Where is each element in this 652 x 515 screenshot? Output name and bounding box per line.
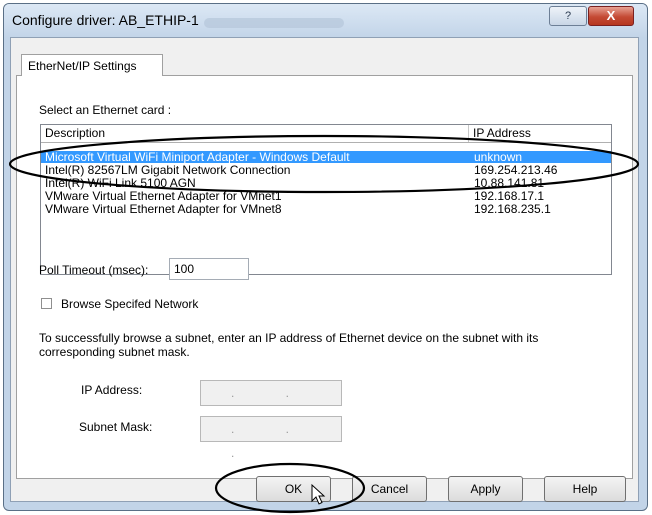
- column-description[interactable]: Description: [41, 125, 469, 142]
- card-description: Microsoft Virtual WiFi Miniport Adapter …: [45, 150, 350, 164]
- card-ip: 169.254.213.46: [474, 163, 558, 177]
- ethernet-card-list[interactable]: Description IP Address Microsoft Virtual…: [40, 124, 612, 275]
- browse-network-label: Browse Specifed Network: [61, 297, 199, 311]
- card-ip: unknown: [474, 150, 523, 164]
- tab-ethernet-ip-settings[interactable]: EtherNet/IP Settings: [21, 54, 163, 76]
- cancel-button[interactable]: Cancel: [352, 476, 427, 502]
- subnet-info-line2: corresponding subnet mask.: [39, 345, 190, 359]
- help-title-button[interactable]: ?: [549, 6, 587, 26]
- ip-address-field[interactable]: . . .: [200, 380, 342, 424]
- list-item[interactable]: Intel(R) WiFi Link 5100 AGN 10.88.141.81: [41, 177, 611, 189]
- list-item[interactable]: Intel(R) 82567LM Gigabit Network Connect…: [41, 164, 611, 176]
- card-ip: 192.168.235.1: [474, 202, 551, 216]
- card-ip: 192.168.17.1: [474, 189, 545, 203]
- help-button[interactable]: Help: [544, 476, 626, 502]
- select-card-label: Select an Ethernet card :: [39, 103, 172, 117]
- subnet-info-line1: To successfully browse a subnet, enter a…: [39, 331, 539, 345]
- card-description: Intel(R) 82567LM Gigabit Network Connect…: [45, 163, 291, 177]
- card-description: Intel(R) WiFi Link 5100 AGN: [45, 176, 196, 190]
- poll-timeout-input[interactable]: 100: [169, 258, 249, 280]
- subnet-mask-label: Subnet Mask:: [79, 420, 153, 434]
- ip-address-label: IP Address:: [81, 383, 143, 397]
- subnet-mask-field[interactable]: . . .: [200, 416, 342, 460]
- card-ip: 10.88.141.81: [474, 176, 545, 190]
- card-description: VMware Virtual Ethernet Adapter for VMne…: [45, 189, 282, 203]
- window-title: Configure driver: AB_ETHIP-1: [12, 12, 199, 28]
- column-ip-address[interactable]: IP Address: [469, 125, 611, 142]
- ok-button[interactable]: OK: [256, 476, 331, 502]
- close-button[interactable]: X: [588, 6, 634, 26]
- card-description: VMware Virtual Ethernet Adapter for VMne…: [45, 202, 282, 216]
- list-item[interactable]: Microsoft Virtual WiFi Miniport Adapter …: [41, 151, 611, 163]
- title-blur-region: [204, 18, 344, 28]
- title-bar[interactable]: Configure driver: AB_ETHIP-1 ? X: [4, 4, 647, 38]
- apply-button[interactable]: Apply: [448, 476, 523, 502]
- list-item[interactable]: VMware Virtual Ethernet Adapter for VMne…: [41, 203, 611, 215]
- list-item[interactable]: VMware Virtual Ethernet Adapter for VMne…: [41, 190, 611, 202]
- poll-timeout-label: Poll Timeout (msec):: [39, 263, 149, 277]
- browse-network-checkbox[interactable]: [41, 298, 52, 309]
- list-header: Description IP Address: [41, 125, 611, 143]
